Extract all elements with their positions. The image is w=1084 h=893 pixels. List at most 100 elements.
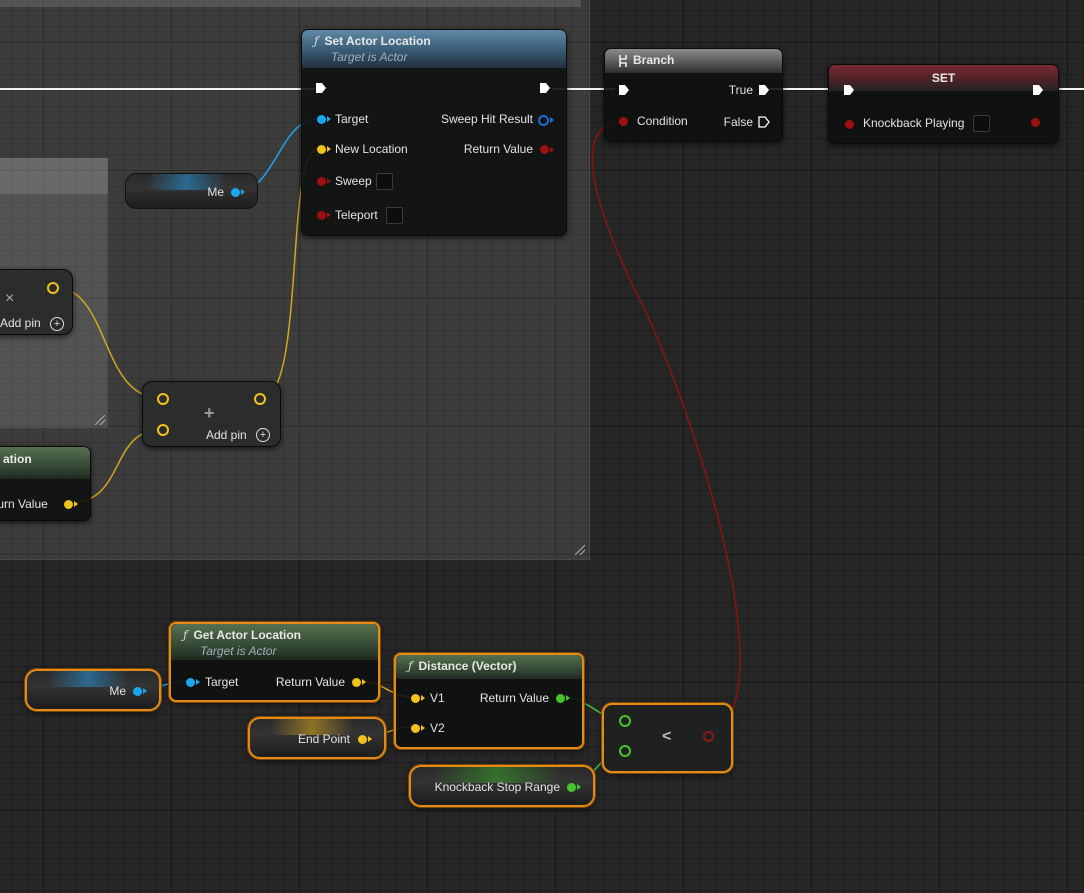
target-pin-label: Target [205, 675, 239, 689]
v1-pin-icon[interactable] [411, 694, 420, 703]
return-value-pin-icon[interactable] [556, 694, 565, 703]
math-add-node[interactable]: + Add pin + [142, 381, 281, 447]
true-label: True [728, 83, 753, 97]
return-value-label: Return Value [463, 142, 533, 156]
node-title: SET [931, 71, 956, 85]
add-pin-icon[interactable]: + [256, 428, 270, 442]
knockback-stop-range-variable-node[interactable]: Knockback Stop Range [409, 765, 595, 807]
pin-arrow-icon [577, 784, 581, 790]
range-output-pin-icon[interactable] [567, 783, 576, 792]
branch-icon [619, 55, 627, 67]
less-than-output-pin-icon[interactable] [703, 731, 714, 742]
return-value-label: turn Value [0, 497, 48, 511]
distance-vector-node[interactable]: ƒ Distance (Vector) V1 V2 Return Value [394, 653, 584, 749]
exec-out-pin-icon[interactable] [539, 82, 551, 94]
add-pin-label[interactable]: Add pin [206, 428, 247, 442]
pin-arrow-icon [143, 688, 147, 694]
add-input-b-pin-icon[interactable] [157, 424, 169, 436]
pin-arrow-icon [362, 679, 366, 685]
add-output-pin-icon[interactable] [47, 282, 59, 294]
add-output-pin-icon[interactable] [254, 393, 266, 405]
pin-arrow-icon [327, 116, 331, 122]
v1-label: V1 [430, 691, 445, 705]
sweep-checkbox[interactable] [376, 173, 393, 190]
exec-in-pin-icon[interactable] [843, 84, 855, 96]
teleport-pin-label: Teleport [335, 208, 378, 222]
return-value-pin-icon[interactable] [64, 500, 73, 509]
branch-node[interactable]: Branch True Condition False [604, 48, 783, 142]
resize-grip-icon[interactable] [575, 545, 585, 555]
add-pin-label[interactable]: Add pin [0, 316, 41, 330]
v2-pin-icon[interactable] [411, 724, 420, 733]
knockback-playing-label: Knockback Playing [863, 116, 965, 130]
function-icon: ƒ [183, 628, 188, 642]
function-icon: ƒ [408, 659, 413, 673]
condition-label: Condition [637, 114, 688, 128]
pin-arrow-icon [421, 695, 425, 701]
new-location-pin-icon[interactable] [317, 145, 326, 154]
knockback-playing-in-pin-icon[interactable] [845, 120, 854, 129]
add-pin-icon[interactable]: + [50, 317, 64, 331]
get-actor-location-node[interactable]: ƒ Get Actor Location Target is Actor Targ… [169, 622, 380, 702]
pin-arrow-icon [368, 736, 372, 742]
add-input-a-pin-icon[interactable] [157, 393, 169, 405]
pin-arrow-icon [241, 189, 245, 195]
knockback-playing-checkbox[interactable] [973, 115, 990, 132]
less-than-node[interactable]: < [602, 703, 733, 773]
teleport-checkbox[interactable] [386, 207, 403, 224]
sweep-pin-icon[interactable] [317, 177, 326, 186]
sweep-hit-result-pin-icon[interactable] [538, 115, 549, 126]
pin-arrow-icon [550, 117, 554, 123]
end-point-output-pin-icon[interactable] [358, 735, 367, 744]
node-header[interactable]: ƒ Set Actor Location Target is Actor [302, 30, 566, 68]
pin-arrow-icon [566, 695, 570, 701]
node-title: Distance (Vector) [418, 659, 517, 673]
comment-title-bar[interactable] [0, 158, 108, 194]
resize-grip-icon[interactable] [95, 415, 105, 425]
false-label: False [723, 115, 753, 129]
remove-icon[interactable]: × [5, 290, 14, 308]
node-title: Branch [633, 53, 675, 67]
node-header[interactable]: ation [0, 447, 90, 479]
exec-out-pin-icon[interactable] [1032, 84, 1044, 96]
node-title: Set Actor Location [324, 34, 431, 48]
return-value-label: Return Value [275, 675, 345, 689]
me-output-pin-icon[interactable] [133, 687, 142, 696]
me-label: Me [207, 185, 224, 199]
set-actor-location-node[interactable]: ƒ Set Actor Location Target is Actor Targ… [301, 29, 567, 236]
node-header[interactable]: SET [829, 65, 1058, 91]
node-header[interactable]: Branch [605, 49, 782, 73]
new-location-pin-label: New Location [335, 142, 408, 156]
less-than-input-a-pin-icon[interactable] [619, 715, 631, 727]
me-variable-node[interactable]: Me [125, 173, 258, 209]
v2-label: V2 [430, 721, 445, 735]
target-pin-label: Target [335, 112, 369, 126]
teleport-pin-icon[interactable] [317, 211, 326, 220]
true-exec-pin-icon[interactable] [758, 84, 770, 96]
less-than-input-b-pin-icon[interactable] [619, 745, 631, 757]
node-subtitle: Target is Actor [331, 50, 408, 64]
target-pin-icon[interactable] [317, 115, 326, 124]
set-variable-node[interactable]: SET Knockback Playing [828, 64, 1059, 144]
node-header[interactable]: ƒ Get Actor Location Target is Actor [171, 624, 378, 660]
target-pin-icon[interactable] [186, 678, 195, 687]
node-title: ation [3, 452, 32, 466]
return-value-pin-icon[interactable] [540, 145, 549, 154]
condition-pin-icon[interactable] [619, 117, 628, 126]
sweep-hit-result-label: Sweep Hit Result [440, 112, 533, 126]
return-value-pin-icon[interactable] [352, 678, 361, 687]
node-header[interactable]: ƒ Distance (Vector) [396, 655, 582, 679]
me-variable-node-selected[interactable]: Me [25, 669, 161, 711]
pin-arrow-icon [421, 725, 425, 731]
knockback-playing-out-pin-icon[interactable] [1031, 118, 1040, 127]
exec-in-pin-icon[interactable] [315, 82, 327, 94]
false-exec-pin-icon[interactable] [758, 116, 770, 128]
partial-get-location-node[interactable]: ation turn Value [0, 446, 91, 521]
end-point-variable-node[interactable]: End Point [248, 717, 386, 759]
exec-in-pin-icon[interactable] [618, 84, 630, 96]
comment-title-bar[interactable] [0, 0, 581, 7]
math-add-node-left[interactable]: × Add pin + [0, 269, 73, 335]
function-icon: ƒ [314, 34, 319, 48]
me-output-pin-icon[interactable] [231, 188, 240, 197]
sweep-pin-label: Sweep [335, 174, 372, 188]
